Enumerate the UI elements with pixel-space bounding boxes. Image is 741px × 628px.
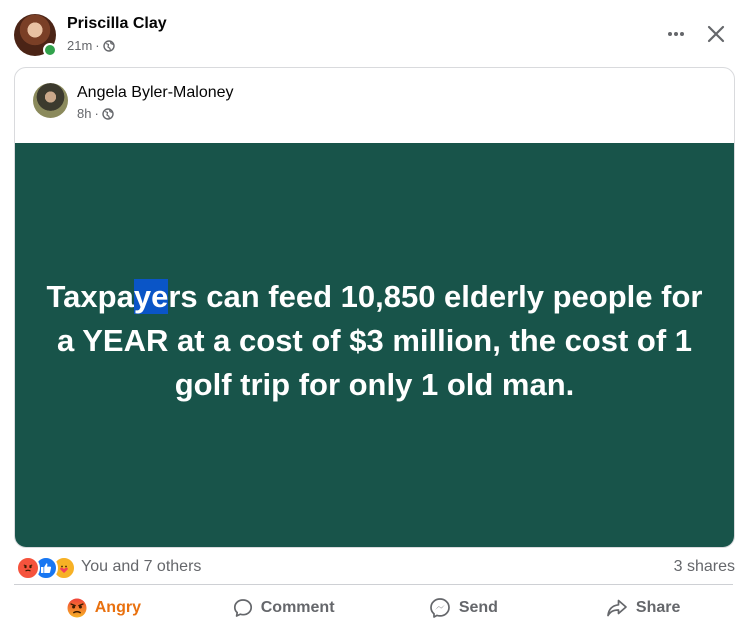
post-text-part: Taxpa [46, 278, 134, 314]
angry-label: Angry [94, 599, 141, 616]
post-text-media[interactable]: Taxpayers can feed 10,850 elderly people… [15, 143, 734, 547]
text-selection-highlight: ye [133, 278, 169, 314]
close-button[interactable] [700, 18, 732, 50]
share-arrow-icon [607, 599, 627, 617]
shared-post-card: Angela Byler-Maloney 8h · Taxpayers can … [14, 67, 735, 548]
messenger-send-icon [429, 598, 450, 618]
shared-author-name[interactable]: Angela Byler-Maloney [77, 84, 234, 102]
shared-meta-separator: · [94, 106, 99, 121]
comment-label: Comment [260, 599, 335, 616]
angry-icon [67, 598, 87, 618]
reactions-row: You and 7 others 3 shares [0, 552, 741, 580]
shared-author-avatar[interactable] [33, 83, 68, 118]
public-globe-icon[interactable] [102, 39, 115, 52]
meta-separator: · [95, 38, 100, 53]
more-dots-icon [668, 32, 684, 36]
reaction-icons[interactable] [16, 556, 76, 580]
shared-post-header: Angela Byler-Maloney 8h · [15, 68, 734, 142]
share-label: Share [635, 599, 681, 616]
more-options-button[interactable] [660, 20, 692, 48]
send-label: Send [458, 599, 498, 616]
public-globe-icon[interactable] [102, 107, 114, 120]
divider [14, 584, 733, 585]
share-button[interactable]: Share [553, 588, 733, 628]
post-time[interactable]: 21m [67, 38, 92, 53]
post-header: Priscilla Clay 21m · [0, 0, 741, 66]
post-text: Taxpayers can feed 10,850 elderly people… [35, 275, 715, 407]
close-icon [707, 25, 725, 43]
send-button[interactable]: Send [374, 588, 554, 628]
facebook-post: Priscilla Clay 21m · Angela Byler-Malone… [0, 0, 741, 628]
shared-post-time[interactable]: 8h [77, 106, 91, 121]
online-status-dot [43, 43, 57, 57]
author-name[interactable]: Priscilla Clay [67, 15, 167, 33]
comment-icon [233, 599, 252, 617]
author-avatar[interactable] [14, 14, 57, 57]
action-bar: Angry Comment Send Share [14, 588, 733, 628]
angry-reaction-icon [16, 556, 40, 580]
shares-count[interactable]: 3 shares [674, 558, 735, 576]
reaction-summary[interactable]: You and 7 others [81, 558, 201, 576]
comment-button[interactable]: Comment [194, 588, 374, 628]
angry-reaction-button[interactable]: Angry [14, 588, 194, 628]
shared-post-meta: 8h · [77, 106, 114, 121]
post-meta: 21m · [67, 38, 115, 53]
